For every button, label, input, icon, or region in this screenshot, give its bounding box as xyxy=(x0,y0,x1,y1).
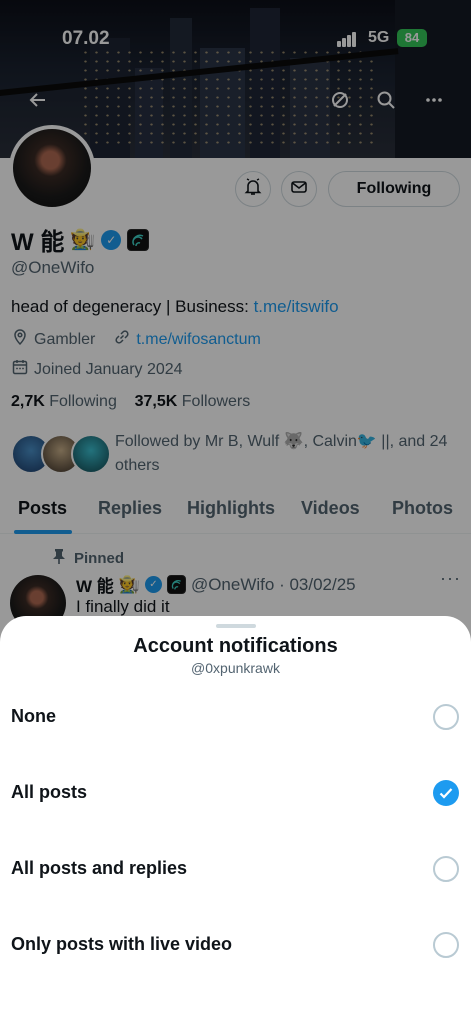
account-notifications-sheet: Account notifications @0xpunkrawk None A… xyxy=(0,616,471,1024)
radio-unchecked-icon[interactable] xyxy=(433,704,459,730)
radio-unchecked-icon[interactable] xyxy=(433,856,459,882)
sheet-subtitle: @0xpunkrawk xyxy=(191,660,280,676)
radio-checked-icon[interactable] xyxy=(433,780,459,806)
checkmark-icon xyxy=(439,788,453,799)
option-label: None xyxy=(11,706,56,726)
radio-unchecked-icon[interactable] xyxy=(433,932,459,958)
sheet-title: Account notifications xyxy=(133,635,338,657)
option-all-posts[interactable]: All posts xyxy=(0,763,471,823)
option-label: Only posts with live video xyxy=(11,934,233,954)
sheet-grabber[interactable] xyxy=(216,624,256,628)
option-all-posts-and-replies[interactable]: All posts and replies xyxy=(0,839,471,899)
option-label: All posts xyxy=(11,782,88,802)
option-label: All posts and replies xyxy=(11,858,188,878)
option-live-video-only[interactable]: Only posts with live video xyxy=(0,915,471,975)
option-none[interactable]: None xyxy=(0,687,471,747)
